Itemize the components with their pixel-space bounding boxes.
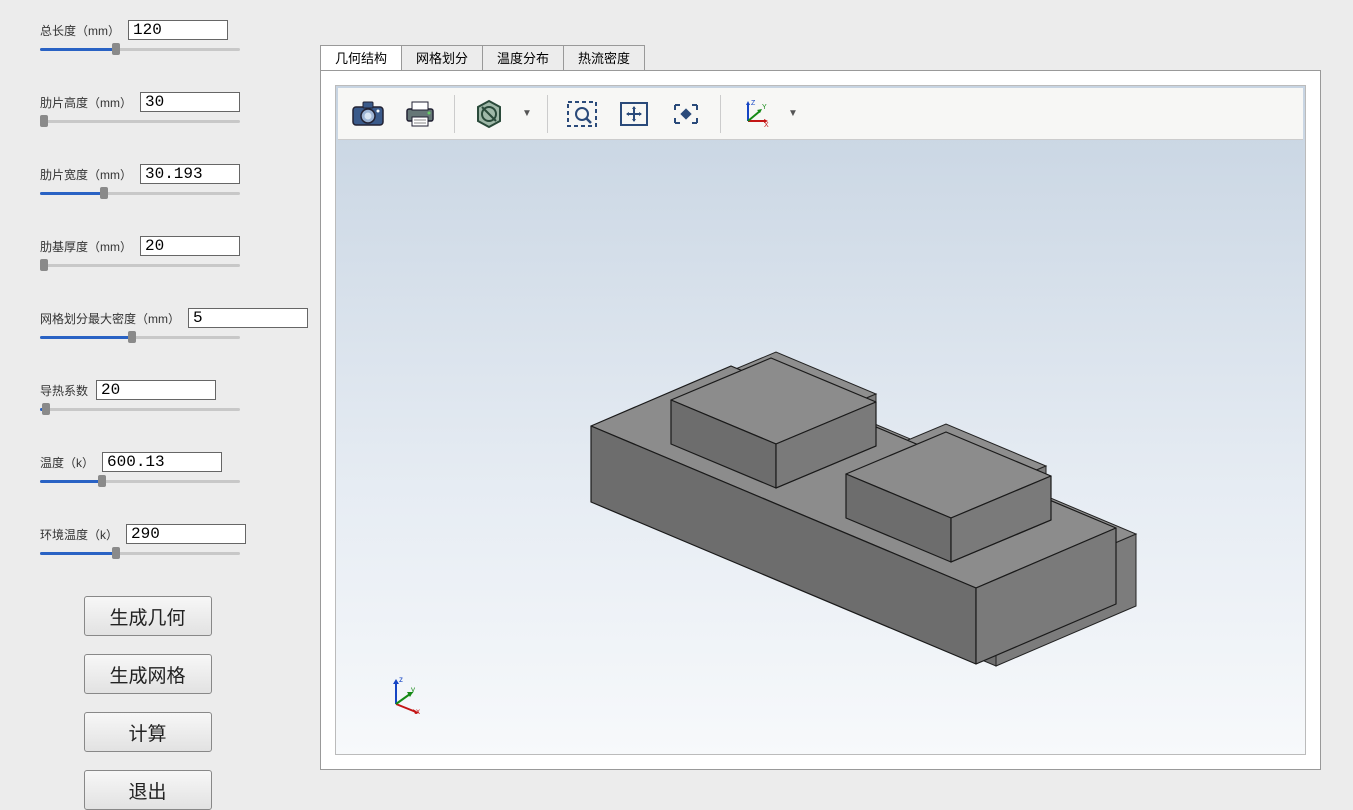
tab-0[interactable]: 几何结构	[320, 45, 402, 70]
hex-dropdown-icon[interactable]: ▼	[519, 108, 535, 119]
param-input[interactable]	[126, 524, 246, 544]
generate-geometry-button[interactable]: 生成几何	[84, 596, 212, 636]
param-slider[interactable]	[40, 478, 240, 484]
camera-icon[interactable]	[346, 92, 390, 136]
param-label: 网格划分最大密度（mm）	[40, 310, 180, 327]
canvas-panel: ▼ Z Y	[320, 70, 1321, 770]
param-group: 肋片宽度（mm）	[40, 164, 255, 196]
param-slider[interactable]	[40, 46, 240, 52]
param-group: 温度（k）	[40, 452, 255, 484]
tab-1[interactable]: 网格划分	[401, 45, 483, 70]
view-tabs: 几何结构网格划分温度分布热流密度	[320, 45, 1323, 70]
viewport-toolbar: ▼ Z Y	[338, 88, 1303, 140]
toolbar-separator	[720, 95, 721, 133]
zoom-box-icon[interactable]	[560, 92, 604, 136]
param-input[interactable]	[140, 164, 240, 184]
param-label: 肋基厚度（mm）	[40, 238, 132, 255]
view-area: 几何结构网格划分温度分布热流密度 ▼	[320, 45, 1323, 767]
print-icon[interactable]	[398, 92, 442, 136]
axes-icon[interactable]: Z Y X	[733, 92, 777, 136]
generate-mesh-button[interactable]: 生成网格	[84, 654, 212, 694]
param-group: 环境温度（k）	[40, 524, 255, 556]
param-slider[interactable]	[40, 262, 240, 268]
param-label: 环境温度（k）	[40, 526, 118, 543]
svg-text:x: x	[416, 707, 420, 714]
param-label: 肋片宽度（mm）	[40, 166, 132, 183]
param-input[interactable]	[102, 452, 222, 472]
param-label: 导热系数	[40, 382, 88, 399]
compute-button[interactable]: 计算	[84, 712, 212, 752]
svg-text:X: X	[764, 122, 769, 129]
param-input[interactable]	[96, 380, 216, 400]
toolbar-separator	[547, 95, 548, 133]
svg-text:Y: Y	[762, 104, 767, 111]
param-slider[interactable]	[40, 550, 240, 556]
fit-icon[interactable]	[664, 92, 708, 136]
param-label: 温度（k）	[40, 454, 94, 471]
hex-icon[interactable]	[467, 92, 511, 136]
param-group: 肋片高度（mm）	[40, 92, 255, 124]
param-slider[interactable]	[40, 334, 240, 340]
action-button-column: 生成几何 生成网格 计算 退出	[40, 596, 255, 810]
param-group: 网格划分最大密度（mm）	[40, 308, 255, 340]
parameter-sidebar: 总长度（mm） 肋片高度（mm） 肋片宽度（mm） 肋基厚度（mm） 网格划分最大密度（…	[0, 0, 285, 803]
toolbar-separator	[454, 95, 455, 133]
svg-text:y: y	[411, 685, 415, 694]
param-input[interactable]	[188, 308, 308, 328]
param-label: 肋片高度（mm）	[40, 94, 132, 111]
param-input[interactable]	[128, 20, 228, 40]
param-input[interactable]	[140, 92, 240, 112]
geometry-model-overlay	[476, 226, 1196, 706]
orientation-axes-icon: z y x	[386, 674, 426, 714]
param-label: 总长度（mm）	[40, 22, 120, 39]
svg-text:z: z	[399, 675, 403, 684]
exit-button[interactable]: 退出	[84, 770, 212, 810]
svg-text:Z: Z	[751, 100, 756, 107]
tab-2[interactable]: 温度分布	[482, 45, 564, 70]
param-slider[interactable]	[40, 118, 240, 124]
param-group: 总长度（mm）	[40, 20, 255, 52]
param-slider[interactable]	[40, 406, 240, 412]
param-group: 肋基厚度（mm）	[40, 236, 255, 268]
tab-3[interactable]: 热流密度	[563, 45, 645, 70]
param-slider[interactable]	[40, 190, 240, 196]
viewport-3d[interactable]: ▼ Z Y	[335, 85, 1306, 755]
param-input[interactable]	[140, 236, 240, 256]
pan-icon[interactable]	[612, 92, 656, 136]
axes-dropdown-icon[interactable]: ▼	[785, 108, 801, 119]
param-group: 导热系数	[40, 380, 255, 412]
